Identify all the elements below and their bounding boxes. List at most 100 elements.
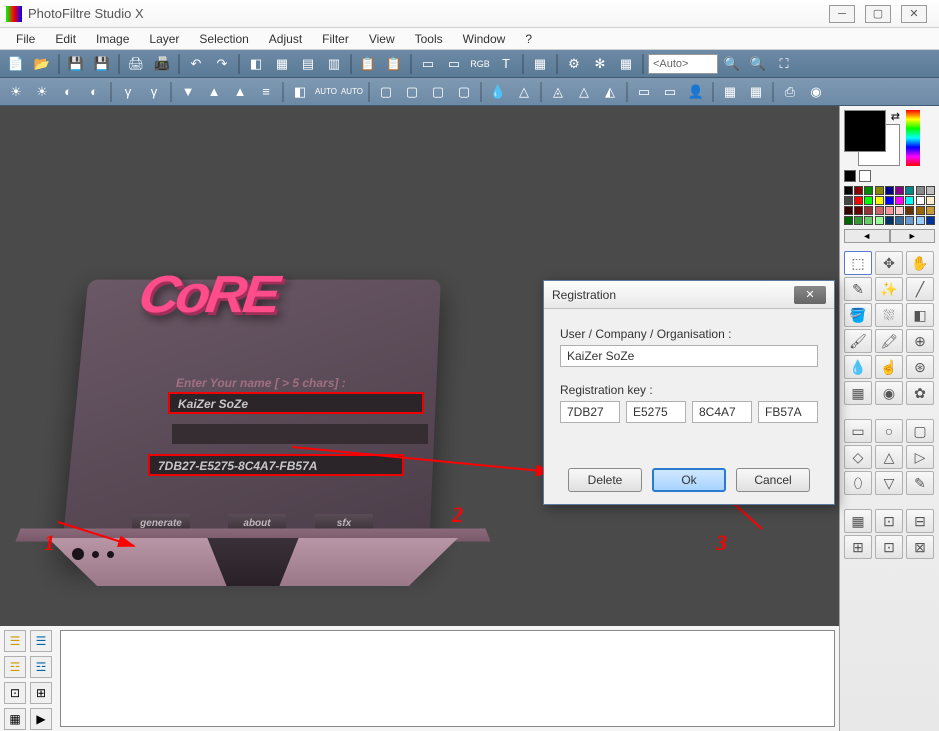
automate-icon[interactable]: ⚙	[562, 53, 586, 75]
palette-color[interactable]	[895, 206, 904, 215]
art-tool-icon[interactable]: ✿	[906, 381, 934, 405]
mini-swatch[interactable]	[859, 170, 871, 182]
selection-tool-icon[interactable]: ⬚	[844, 251, 872, 275]
dialog-title-bar[interactable]: Registration ✕	[544, 281, 834, 309]
menu-image[interactable]: Image	[86, 30, 139, 48]
palette-color[interactable]	[926, 186, 935, 195]
move-tool-icon[interactable]: ✥	[875, 251, 903, 275]
palette-color[interactable]	[916, 216, 925, 225]
shape-rect-icon[interactable]: ▭	[844, 419, 872, 443]
palette-next-button[interactable]: ►	[890, 229, 936, 243]
print-icon[interactable]: 🖨	[124, 53, 148, 75]
scan-icon[interactable]: 📠	[150, 53, 174, 75]
layer-tool-icon[interactable]: ▦	[4, 708, 26, 730]
foreground-color[interactable]	[844, 110, 886, 152]
levels-icon[interactable]: ≡	[254, 81, 278, 103]
clone-tool-icon[interactable]: ⊛	[906, 355, 934, 379]
stamp-tool-icon[interactable]: ⊕	[906, 329, 934, 353]
other-icon[interactable]: ◉	[804, 81, 828, 103]
tool-icon[interactable]: ▥	[322, 53, 346, 75]
filter-icon[interactable]: ▢	[452, 81, 476, 103]
wand-tool-icon[interactable]: ✨	[875, 277, 903, 301]
spray-tool-icon[interactable]: ⛆	[875, 303, 903, 327]
palette-color[interactable]	[885, 196, 894, 205]
menu-file[interactable]: File	[6, 30, 45, 48]
zoom-select[interactable]	[648, 54, 718, 74]
tool-icon[interactable]: ▭	[442, 53, 466, 75]
shape-triangle-icon[interactable]: △	[875, 445, 903, 469]
redo-icon[interactable]: ↷	[210, 53, 234, 75]
palette-color[interactable]	[844, 206, 853, 215]
layer-tool-icon[interactable]: ☰	[30, 630, 52, 652]
layer-tool-icon[interactable]: ⊞	[30, 682, 52, 704]
hue-strip[interactable]	[906, 110, 920, 166]
filter-icon[interactable]: ▢	[426, 81, 450, 103]
sel-opt-icon[interactable]: ⊞	[844, 535, 872, 559]
layer-tool-icon[interactable]: ☰	[4, 630, 26, 652]
shape-lasso-icon[interactable]: ⬯	[844, 471, 872, 495]
palette-color[interactable]	[905, 196, 914, 205]
module-icon[interactable]: ▦	[744, 81, 768, 103]
zoom-out-icon[interactable]: 🔍	[720, 53, 744, 75]
palette-color[interactable]	[905, 186, 914, 195]
palette-color[interactable]	[916, 186, 925, 195]
gamma-minus-icon[interactable]: γ	[116, 81, 140, 103]
palette-color[interactable]	[844, 196, 853, 205]
open-icon[interactable]: 📂	[30, 53, 54, 75]
undo-icon[interactable]: ↶	[184, 53, 208, 75]
layer-tool-icon[interactable]: ⊡	[4, 682, 26, 704]
zoom-in-icon[interactable]: 🔍	[746, 53, 770, 75]
browse-icon[interactable]: ▦	[614, 53, 638, 75]
menu-adjust[interactable]: Adjust	[259, 30, 312, 48]
palette-color[interactable]	[916, 196, 925, 205]
palette-prev-button[interactable]: ◄	[844, 229, 890, 243]
gradient-icon[interactable]: ▭	[658, 81, 682, 103]
preview-canvas[interactable]	[60, 630, 835, 727]
tool-icon[interactable]: ▭	[416, 53, 440, 75]
palette-color[interactable]	[854, 186, 863, 195]
shape-triangle2-icon[interactable]: ▷	[906, 445, 934, 469]
new-icon[interactable]: 📄	[4, 53, 28, 75]
text-icon[interactable]: T	[494, 53, 518, 75]
deform-tool-icon[interactable]: ◉	[875, 381, 903, 405]
palette-color[interactable]	[905, 216, 914, 225]
ok-button[interactable]: Ok	[652, 468, 726, 492]
palette-color[interactable]	[916, 206, 925, 215]
layers-icon[interactable]: ▦	[528, 53, 552, 75]
menu-help[interactable]: ?	[515, 30, 542, 48]
gamma-plus-icon[interactable]: γ	[142, 81, 166, 103]
cancel-button[interactable]: Cancel	[736, 468, 810, 492]
shape-diamond-icon[interactable]: ◇	[844, 445, 872, 469]
menu-window[interactable]: Window	[453, 30, 516, 48]
palette-color[interactable]	[844, 216, 853, 225]
save-icon[interactable]: 💾	[64, 53, 88, 75]
blur-tool-icon[interactable]: 💧	[844, 355, 872, 379]
tool-icon[interactable]: ◧	[244, 53, 268, 75]
sharpen-icon[interactable]: △	[512, 81, 536, 103]
eraser-tool-icon[interactable]: ◧	[906, 303, 934, 327]
sat-minus-icon[interactable]: ▼	[176, 81, 200, 103]
brightness-plus-icon[interactable]: ☀	[30, 81, 54, 103]
palette-color[interactable]	[875, 196, 884, 205]
sel-opt-icon[interactable]: ⊡	[875, 509, 903, 533]
shape-free-icon[interactable]: ✎	[906, 471, 934, 495]
menu-selection[interactable]: Selection	[189, 30, 258, 48]
palette-color[interactable]	[854, 196, 863, 205]
effect-icon[interactable]: ◭	[598, 81, 622, 103]
palette-color[interactable]	[905, 206, 914, 215]
paste-icon[interactable]: 📋	[382, 53, 406, 75]
keygen-middle-field[interactable]	[172, 424, 428, 444]
key-input-4[interactable]	[758, 401, 818, 423]
sel-opt-icon[interactable]: ⊠	[906, 535, 934, 559]
swap-colors-icon[interactable]: ⇄	[891, 110, 900, 123]
delete-button[interactable]: Delete	[568, 468, 642, 492]
palette-color[interactable]	[885, 216, 894, 225]
fill-tool-icon[interactable]: 🪣	[844, 303, 872, 327]
key-input-1[interactable]	[560, 401, 620, 423]
dialog-close-button[interactable]: ✕	[794, 286, 826, 304]
key-input-2[interactable]	[626, 401, 686, 423]
layer-tool-icon[interactable]: ☲	[4, 656, 26, 678]
auto-icon[interactable]: AUTO	[340, 81, 364, 103]
blur-icon[interactable]: 💧	[486, 81, 510, 103]
layer-tool-icon[interactable]: ☲	[30, 656, 52, 678]
